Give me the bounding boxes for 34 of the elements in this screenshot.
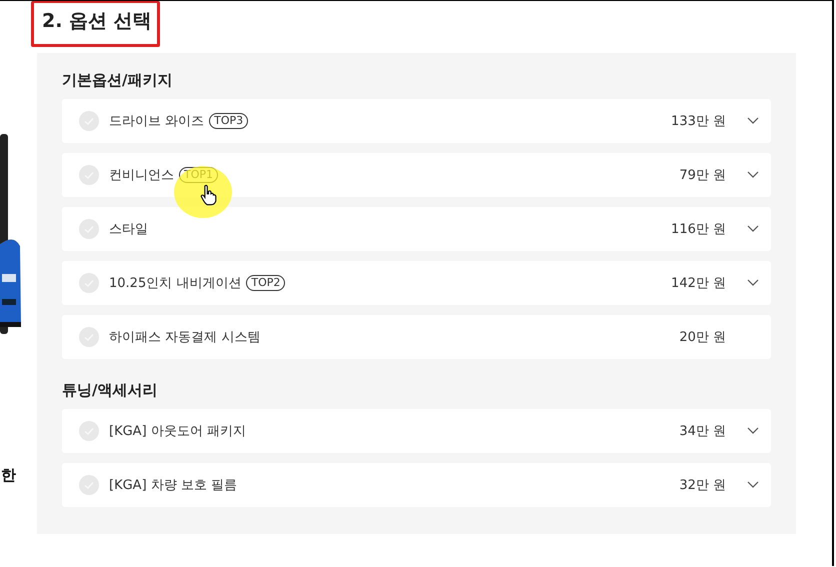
group-heading: 기본옵션/패키지 <box>62 71 174 90</box>
rank-badge: TOP3 <box>209 113 248 129</box>
side-text: 한 <box>1 466 17 485</box>
option-price: 32만 원 <box>679 477 726 494</box>
chevron-down-icon[interactable] <box>747 117 759 125</box>
option-name: 10.25인치 내비게이션 <box>109 275 242 292</box>
option-price: 79만 원 <box>679 167 726 184</box>
rank-badge: TOP2 <box>246 275 286 291</box>
chevron-down-icon[interactable] <box>747 427 759 435</box>
option-name: 스타일 <box>109 221 148 238</box>
option-row[interactable]: 스타일 116만 원 <box>62 207 771 251</box>
option-name: [KGA] 아웃도어 패키지 <box>109 423 246 440</box>
option-price: 20만 원 <box>679 329 726 346</box>
option-row[interactable]: [KGA] 차량 보호 필름 32만 원 <box>62 463 771 507</box>
option-name: 하이패스 자동결제 시스템 <box>109 329 260 346</box>
group-heading: 튜닝/액세서리 <box>62 381 158 400</box>
option-name: 드라이브 와이즈 <box>109 113 204 130</box>
option-price: 116만 원 <box>671 221 726 238</box>
option-row[interactable]: 컨비니언스 TOP1 79만 원 <box>62 153 771 197</box>
chevron-down-icon[interactable] <box>747 279 759 287</box>
option-price: 34만 원 <box>679 423 726 440</box>
option-row[interactable]: 하이패스 자동결제 시스템 20만 원 <box>62 315 771 359</box>
option-price: 133만 원 <box>671 113 726 130</box>
chevron-down-icon[interactable] <box>747 171 759 179</box>
chevron-down-icon[interactable] <box>747 225 759 233</box>
hand-cursor-icon <box>200 184 217 206</box>
option-row[interactable]: 드라이브 와이즈 TOP3 133만 원 <box>62 99 771 143</box>
option-row[interactable]: [KGA] 아웃도어 패키지 34만 원 <box>62 409 771 453</box>
option-price: 142만 원 <box>671 275 726 292</box>
option-row[interactable]: 10.25인치 내비게이션 TOP2 142만 원 <box>62 261 771 305</box>
chevron-down-icon[interactable] <box>747 481 759 489</box>
section-title: 2. 옵션 선택 <box>42 9 153 34</box>
option-name: [KGA] 차량 보호 필름 <box>109 477 238 494</box>
option-name: 컨비니언스 <box>109 167 174 184</box>
